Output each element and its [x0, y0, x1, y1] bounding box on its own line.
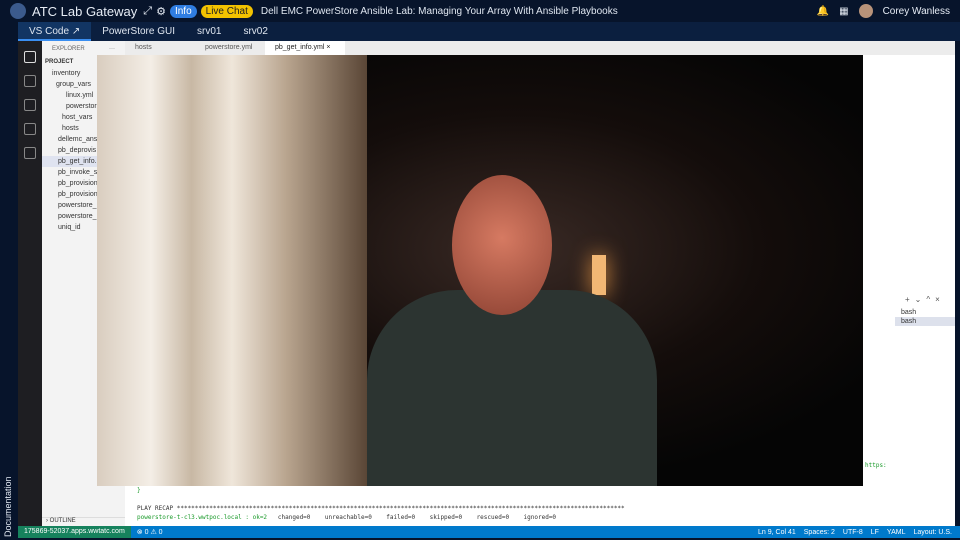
- webcam-overlay: [97, 55, 863, 486]
- info-button[interactable]: Info: [169, 4, 197, 18]
- terminal-url-fragment: https:: [865, 462, 887, 469]
- tab-powerstore-gui[interactable]: PowerStore GUI: [91, 22, 186, 41]
- more-icon[interactable]: ···: [109, 46, 115, 52]
- language-mode[interactable]: YAML: [887, 529, 906, 536]
- close-icon[interactable]: ×: [326, 44, 330, 51]
- search-icon[interactable]: [24, 75, 36, 87]
- run-debug-icon[interactable]: [24, 123, 36, 135]
- editor-tab-hosts[interactable]: hosts: [125, 41, 195, 55]
- source-control-icon[interactable]: [24, 99, 36, 111]
- keyboard-layout[interactable]: Layout: U.S.: [913, 529, 952, 536]
- activity-bar: [18, 41, 42, 526]
- explorer-icon[interactable]: [24, 51, 36, 63]
- presenter-head: [452, 175, 552, 315]
- indentation[interactable]: Spaces: 2: [804, 529, 835, 536]
- encoding[interactable]: UTF-8: [843, 529, 863, 536]
- left-strip: Documentation: [0, 22, 18, 540]
- terminal-output: } PLAY RECAP ***************************…: [137, 486, 625, 522]
- terminal-list: bash bash: [895, 308, 955, 326]
- outline-section[interactable]: › OUTLINE: [42, 517, 125, 524]
- user-name[interactable]: Corey Wanless: [883, 6, 950, 17]
- editor-tabs: hosts powerstore.yml pb_get_info.yml ×: [125, 41, 955, 55]
- problems-count[interactable]: ⊗ 0 ⚠ 0: [137, 528, 163, 536]
- editor-tab-powerstore[interactable]: powerstore.yml: [195, 41, 265, 55]
- terminal-brace: }: [137, 487, 141, 494]
- tab-srv01[interactable]: srv01: [186, 22, 232, 41]
- extensions-icon[interactable]: [24, 147, 36, 159]
- lamp-image: [592, 255, 606, 295]
- app-title: ATC Lab Gateway: [32, 3, 138, 19]
- gear-icon[interactable]: ⚙: [156, 5, 166, 18]
- cursor-position[interactable]: Ln 9, Col 41: [758, 529, 796, 536]
- documentation-toggle[interactable]: Documentation: [3, 476, 13, 537]
- terminal-bash-active[interactable]: bash: [895, 317, 955, 326]
- lab-tabs: VS Code ↗ PowerStore GUI srv01 srv02: [18, 22, 960, 41]
- bell-icon[interactable]: 🔔: [817, 6, 829, 17]
- editor-tab-pb-get-info[interactable]: pb_get_info.yml ×: [265, 41, 345, 55]
- top-bar: ATC Lab Gateway ⤢ ⚙ Info Live Chat Dell …: [0, 0, 960, 22]
- terminal-bash[interactable]: bash: [895, 308, 955, 317]
- tab-label: pb_get_info.yml: [275, 44, 325, 51]
- tab-srv02[interactable]: srv02: [232, 22, 278, 41]
- external-link-icon: ↗: [71, 26, 81, 37]
- atc-logo: [10, 3, 26, 19]
- recap-host: powerstore-t-cl3.wwtpoc.local : ok=2: [137, 514, 268, 521]
- expand-icon[interactable]: ⤢: [143, 5, 152, 18]
- explorer-header: EXPLORER: [52, 46, 85, 52]
- tab-label: VS Code: [29, 26, 70, 37]
- avatar[interactable]: [858, 4, 873, 18]
- tab-vs-code[interactable]: VS Code ↗: [18, 22, 92, 41]
- eol[interactable]: LF: [871, 529, 879, 536]
- remote-indicator[interactable]: 175869-52037.apps.wwtatc.com: [18, 526, 131, 538]
- presenter-body: [367, 290, 657, 486]
- status-bar: 175869-52037.apps.wwtatc.com ⊗ 0 ⚠ 0 Ln …: [18, 526, 960, 538]
- lab-title: Dell EMC PowerStore Ansible Lab: Managin…: [260, 5, 618, 17]
- play-recap: PLAY RECAP *****************************…: [137, 505, 625, 512]
- live-chat-button[interactable]: Live Chat: [200, 4, 253, 18]
- curtain-image: [97, 55, 367, 486]
- terminal-controls[interactable]: +⌄^×: [905, 295, 945, 304]
- apps-grid-icon[interactable]: ▦: [839, 6, 848, 17]
- recap-stats: changed=0 unreachable=0 failed=0 skipped…: [277, 514, 557, 521]
- outline-label: OUTLINE: [49, 518, 76, 524]
